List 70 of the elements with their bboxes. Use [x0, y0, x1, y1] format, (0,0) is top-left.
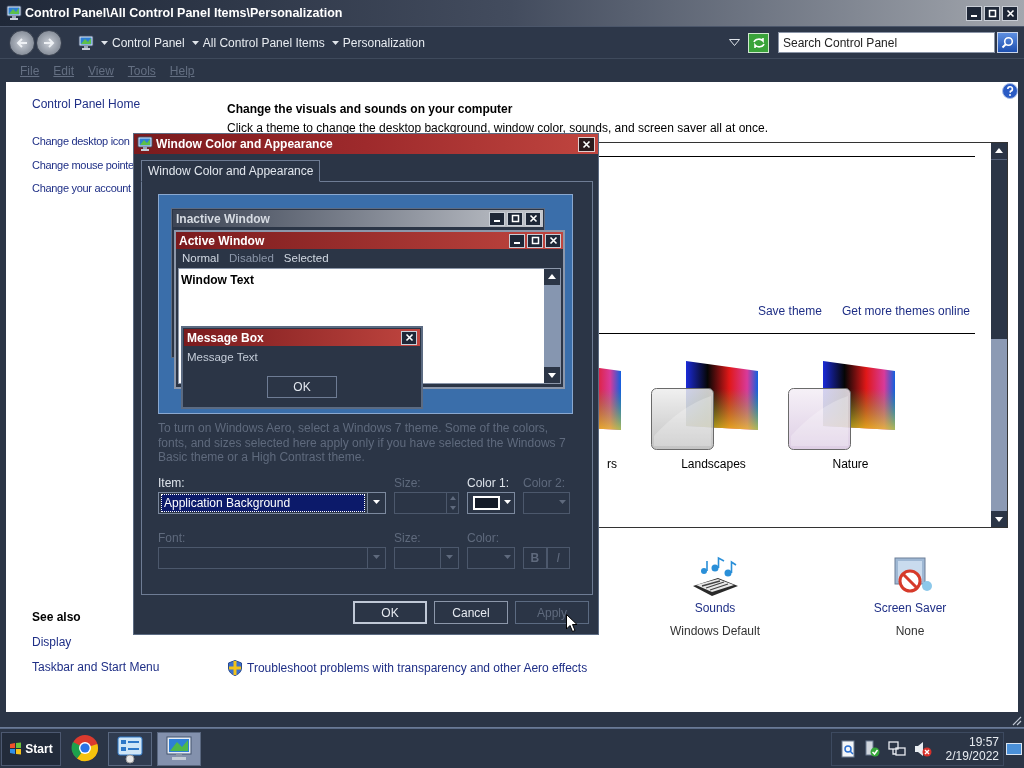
monitor-icon	[6, 5, 22, 21]
window-title: Inactive Window	[176, 210, 270, 228]
dialog-button[interactable]: OK	[353, 601, 427, 624]
scrollbar[interactable]	[991, 143, 1007, 527]
search-field[interactable]: Search Control Panel	[778, 32, 995, 53]
color-picker-button[interactable]	[467, 491, 515, 514]
back-button[interactable]	[9, 29, 35, 56]
setting-link[interactable]: Sounds	[694, 599, 736, 617]
caret-icon[interactable]	[372, 500, 381, 505]
control-panel-icon[interactable]	[115, 733, 145, 764]
theme-name: Nature	[832, 456, 869, 473]
dropdown[interactable]: Application Background	[158, 491, 386, 514]
see-also-link[interactable]: Taskbar and Start Menu	[32, 658, 160, 676]
theme-link[interactable]: Save theme	[757, 302, 822, 320]
setting-link[interactable]: Screen Saver	[873, 599, 947, 617]
window-title: Active Window	[179, 232, 265, 250]
speaker-muted-icon[interactable]	[913, 739, 932, 758]
section-title: See also	[32, 609, 81, 626]
nav-link[interactable]: Control Panel Home	[32, 95, 141, 113]
start-button[interactable]: Start	[1, 731, 61, 766]
show-desktop-icon[interactable]	[1006, 740, 1022, 757]
caret-icon[interactable]	[331, 40, 339, 45]
window-title: Message Box	[187, 329, 264, 347]
selected-value: Application Background	[164, 494, 291, 512]
windows-logo-icon[interactable]	[9, 742, 23, 755]
document-search-icon[interactable]	[839, 739, 856, 758]
setting-value: None	[895, 623, 925, 640]
window-text: Window Text	[181, 273, 254, 287]
theme-link[interactable]: Get more themes online	[841, 302, 970, 320]
preview-menu-item: Disabled	[229, 250, 274, 266]
theme-name: Landscapes	[681, 456, 746, 473]
computer-check-icon[interactable]	[863, 739, 880, 758]
caret-icon[interactable]	[101, 40, 108, 45]
page-heading: Change the visuals and sounds on your computer	[227, 101, 513, 118]
scroll-thumb[interactable]	[991, 159, 1007, 339]
message-text: Message Text	[187, 350, 258, 365]
shield-icon[interactable]	[228, 660, 242, 676]
caret-icon[interactable]	[503, 500, 512, 505]
network-icon[interactable]	[887, 739, 906, 758]
setting-value: Windows Default	[669, 623, 760, 640]
dialog-title: Window Color and Appearance	[156, 136, 333, 153]
taskbar-button[interactable]	[108, 731, 152, 766]
caret-icon[interactable]	[191, 40, 199, 45]
scroll-up-icon[interactable]	[991, 143, 1007, 159]
clock-time: 19:57	[968, 734, 999, 749]
task-link[interactable]: Change your account	[32, 180, 131, 197]
breadcrumb-item[interactable]: Personalization	[342, 33, 425, 52]
mouse-cursor-icon	[566, 614, 578, 633]
field-label: Item:	[158, 474, 186, 488]
see-also-link[interactable]: Display	[32, 633, 72, 651]
field-label: Color 1:	[467, 474, 511, 488]
task-link[interactable]: Change desktop icon	[32, 133, 130, 150]
monitor-icon	[78, 34, 94, 51]
dropdown-icon[interactable]	[729, 39, 740, 46]
theme-name: rs	[607, 456, 617, 473]
forward-button[interactable]	[36, 29, 62, 56]
help-icon[interactable]	[1002, 83, 1018, 99]
window-title: Control Panel\All Control Panel Items\Personalization	[25, 4, 343, 22]
taskbar-button[interactable]	[157, 731, 201, 766]
task-link[interactable]: Change mouse pointe	[32, 156, 134, 173]
tab[interactable]: Window Color and Appearance	[141, 160, 321, 182]
breadcrumb-item[interactable]: All Control Panel Items	[202, 33, 325, 52]
troubleshoot-link[interactable]: Troubleshoot problems with transparency and other Aero effects	[247, 659, 588, 677]
scroll-down-icon[interactable]	[991, 511, 1007, 527]
description-text: Click a theme to change the desktop background, window color, sounds, and screen saver all at once.	[227, 122, 769, 135]
ok-button[interactable]: OK	[267, 376, 337, 399]
clock-date: 2/19/2022	[945, 748, 999, 763]
monitor-icon	[137, 136, 153, 152]
breadcrumb-item[interactable]: Control Panel	[112, 33, 185, 52]
dialog-button[interactable]: Cancel	[434, 601, 508, 624]
